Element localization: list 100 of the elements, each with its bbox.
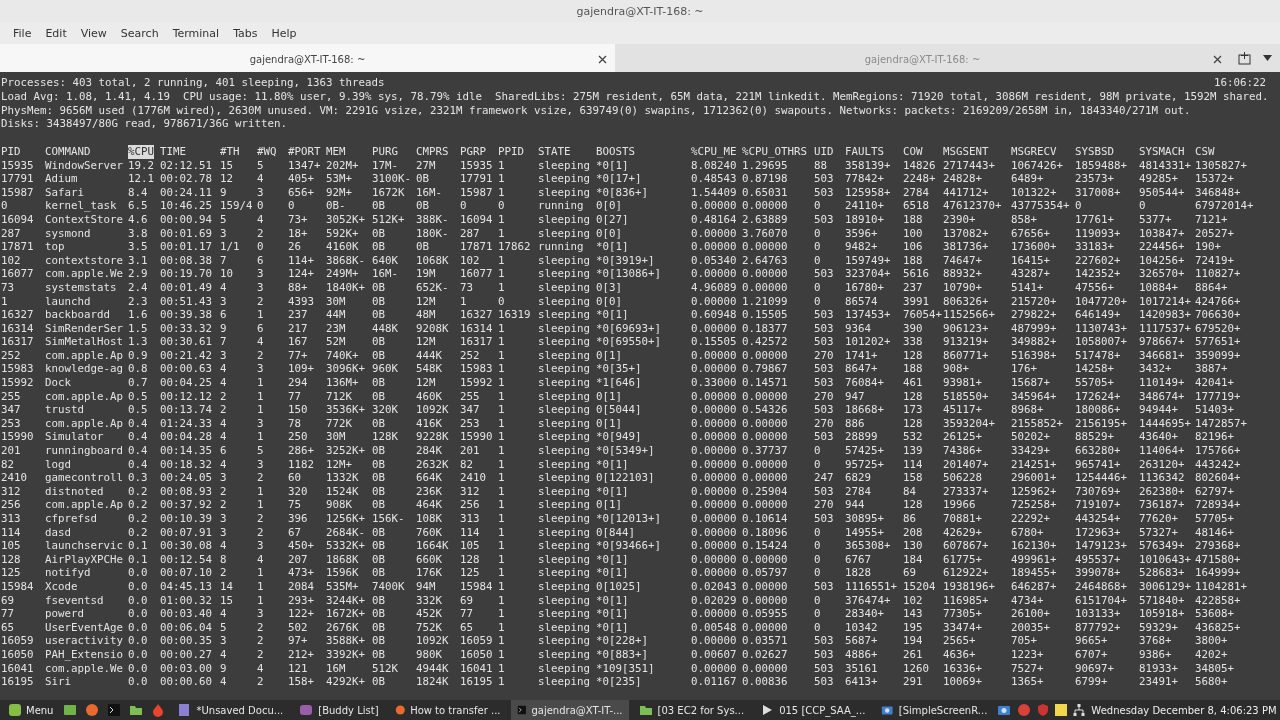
menu-item[interactable]: Search — [113, 26, 166, 40]
table-cell: 212+ — [288, 647, 314, 662]
table-cell: 0.8 — [128, 362, 148, 377]
table-cell: 388K- — [416, 212, 449, 227]
table-cell: 33429+ — [1011, 444, 1050, 458]
table-cell: 0B — [416, 172, 429, 186]
table-cell: 1 — [498, 498, 505, 512]
column-header: PURG — [372, 145, 398, 159]
table-cell: 00:01.49 — [160, 280, 212, 295]
table-cell: 189455+ — [1011, 566, 1057, 580]
table-cell: 77 — [460, 607, 473, 621]
table-cell: backboardd — [45, 308, 110, 322]
table-cell: 00:10.39 — [160, 512, 212, 526]
table-cell: 72419+ — [1195, 253, 1234, 268]
table-cell: 00:00.94 — [160, 212, 212, 227]
table-cell: 0[1] — [596, 389, 622, 404]
table-cell: 103133+ — [1075, 607, 1121, 621]
table-cell: 188 — [903, 253, 923, 268]
table-cell: 1347+ — [288, 158, 321, 173]
table-cell: 130 — [903, 539, 923, 553]
menu-item[interactable]: Help — [264, 26, 304, 40]
table-cell: 0B — [372, 416, 385, 431]
table-cell: 00:00.60 — [160, 675, 212, 689]
table-cell: 33474+ — [943, 620, 982, 635]
window-button[interactable]: [Buddy List] — [293, 700, 385, 720]
table-cell: 1.5 — [128, 321, 148, 336]
window-button[interactable]: [SimpleScreenR... — [875, 700, 994, 720]
table-cell: 1.21099 — [742, 294, 788, 309]
table-cell: 00:06.04 — [160, 620, 212, 635]
table-cell: 1 — [498, 444, 505, 458]
table-cell: 128 — [903, 416, 923, 431]
table-cell: 317008+ — [1075, 185, 1121, 200]
close-icon[interactable] — [1213, 55, 1222, 64]
table-cell: 1 — [257, 403, 264, 417]
table-cell: 2.9 — [128, 267, 148, 281]
table-cell: *0[949] — [596, 430, 642, 445]
table-cell: 17862 — [498, 240, 531, 254]
table-cell: useractivity — [45, 634, 123, 648]
dropdown-icon[interactable] — [1263, 55, 1272, 61]
table-cell: 2390+ — [943, 212, 976, 227]
table-cell: 8647+ — [845, 362, 878, 377]
window-button[interactable]: 015 [CCP_SAA_... — [754, 700, 872, 720]
table-cell: 9 — [220, 185, 227, 200]
table-cell: 0B- — [326, 199, 346, 213]
table-cell: 487999+ — [1011, 321, 1057, 336]
window-button[interactable]: *Unsaved Docu... — [171, 700, 290, 720]
table-cell: sleeping — [538, 267, 590, 281]
table-cell: 1 — [257, 593, 264, 608]
table-cell: 381736+ — [943, 240, 989, 254]
table-cell: 108K — [416, 512, 442, 526]
table-cell: 503 — [814, 308, 834, 322]
close-icon[interactable] — [598, 55, 607, 64]
new-tab-icon[interactable] — [1238, 51, 1251, 65]
table-cell: 3 — [257, 607, 264, 621]
table-cell: 0.00000 — [691, 416, 737, 431]
table-cell: 128K — [372, 430, 398, 445]
menu-item[interactable]: Edit — [38, 26, 74, 40]
table-cell: 332K — [416, 593, 442, 608]
table-cell: 17871 — [460, 240, 493, 254]
table-cell: 47556+ — [1075, 280, 1114, 295]
table-cell: 2 — [257, 512, 264, 526]
table-cell: cfprefsd — [45, 512, 97, 526]
table-cell: 2 — [257, 471, 264, 485]
window-button[interactable]: gajendra@XT-IT-... — [510, 700, 629, 720]
table-cell: 4 — [220, 416, 227, 431]
menu-item[interactable]: Tabs — [226, 26, 265, 40]
menu-item[interactable]: Terminal — [165, 26, 227, 40]
table-cell: 158 — [903, 471, 923, 485]
menu-item[interactable]: View — [73, 26, 114, 40]
terminal-tab[interactable]: gajendra@XT-IT-168: ~ — [0, 44, 615, 72]
table-cell: 3 — [220, 471, 227, 485]
table-cell: 1.6 — [128, 308, 148, 322]
table-cell: sleeping — [538, 376, 590, 390]
table-cell: 49285+ — [1139, 172, 1178, 186]
table-cell: 950544+ — [1139, 185, 1185, 200]
table-cell: 503 — [814, 661, 834, 676]
table-cell: 00:37.92 — [160, 498, 212, 512]
menu-button[interactable]: Menu — [4, 700, 58, 720]
table-cell: 20527+ — [1195, 226, 1234, 241]
table-cell: 0[27] — [596, 212, 629, 227]
table-cell: 180086+ — [1075, 403, 1121, 417]
table-cell: 6707+ — [1075, 647, 1108, 662]
table-cell: 506228 — [943, 471, 982, 485]
table-cell: 173 — [903, 403, 923, 417]
table-cell: 1/1 — [220, 240, 240, 254]
table-cell: 1672K+ — [326, 607, 365, 621]
menu-item[interactable]: File — [6, 26, 39, 40]
window-button[interactable]: How to transfer ... — [388, 700, 507, 720]
table-cell: 114 — [903, 457, 923, 472]
window-button[interactable]: [03 EC2 for Sys... — [632, 700, 751, 720]
table-cell: 4 — [257, 172, 264, 186]
column-header: %CPU — [128, 145, 154, 159]
table-cell: 960K — [372, 362, 398, 377]
table-cell: 188 — [903, 212, 923, 227]
table-cell: 5680+ — [1195, 675, 1228, 689]
table-cell: com.apple.Ap — [45, 498, 123, 512]
table-cell: 1182 — [288, 457, 314, 472]
table-cell: 3536K+ — [326, 403, 365, 417]
table-cell: powerd — [45, 607, 84, 621]
table-cell: launchservic — [45, 539, 123, 553]
